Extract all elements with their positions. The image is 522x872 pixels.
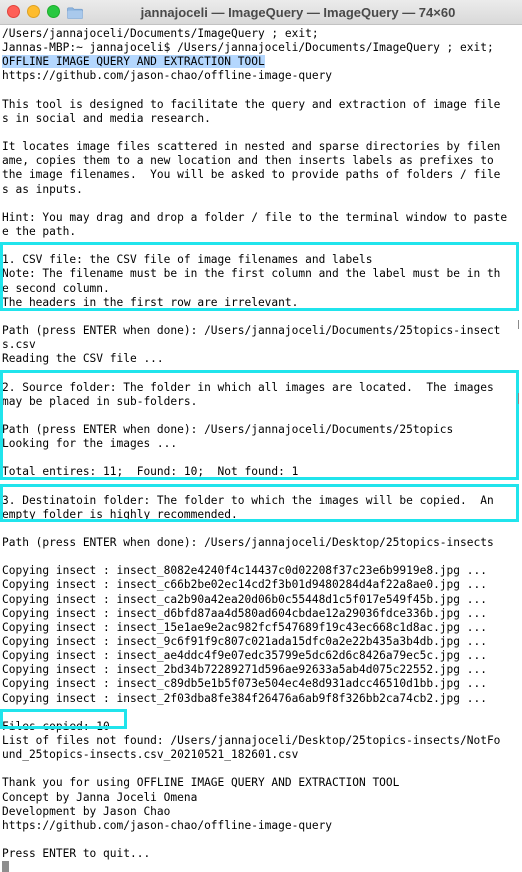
- terminal-cursor: [2, 861, 9, 872]
- terminal-line-text: https://github.com/jason-chao/offline-im…: [2, 69, 333, 83]
- terminal-line: Copying insect : insect_ae4ddc4f9e07edc3…: [2, 649, 518, 663]
- terminal-line-text: Copying insect : insect_c89db5e1b5f073e5…: [2, 677, 487, 691]
- terminal-line-text: ame, copies them to a new location and t…: [2, 154, 494, 168]
- terminal-line-text: Development by Jason Chao: [2, 804, 171, 818]
- terminal-line: Copying insect : insect_2f03dba8fe384f26…: [2, 692, 518, 706]
- terminal-line-text: Copying insect : insect_9c6f91f9c807c021…: [2, 635, 487, 649]
- terminal-line: It locates image files scattered in nest…: [2, 140, 518, 154]
- terminal-line: /Users/jannajoceli/Documents/ImageQuery …: [2, 27, 518, 41]
- terminal-line: https://github.com/jason-chao/offline-im…: [2, 69, 518, 83]
- highlight-box-destination-folder: [0, 484, 519, 522]
- terminal-line-text: s in social and media research.: [2, 111, 211, 125]
- terminal-line: Hint: You may drag and drop a folder / f…: [2, 211, 518, 225]
- terminal-line-text: https://github.com/jason-chao/offline-im…: [2, 818, 333, 832]
- terminal-line-text: e the path.: [2, 224, 77, 238]
- terminal-line-text: Press ENTER to quit...: [2, 847, 151, 861]
- terminal-line: This tool is designed to facilitate the …: [2, 98, 518, 112]
- terminal-line: Copying insect : insect_8082e4240f4c1443…: [2, 564, 518, 578]
- terminal-line-text: Copying insect : insect_8082e4240f4c1443…: [2, 564, 487, 578]
- terminal-line: Copying insect : insect_d6bfd87aa4d580ad…: [2, 607, 518, 621]
- terminal-line-text: Jannas-MBP:~ jannajoceli$ /Users/jannajo…: [2, 41, 494, 55]
- terminal-line-text: Copying insect : insect_2bd34b72289271d5…: [2, 663, 487, 677]
- terminal-line: Copying insect : insect_ca2b90a42ea20d06…: [2, 593, 518, 607]
- terminal-line-text: It locates image files scattered in nest…: [2, 140, 501, 154]
- terminal-line-text: /Users/jannajoceli/Documents/ImageQuery …: [2, 27, 319, 40]
- terminal-line-text: Hint: You may drag and drop a folder / f…: [2, 210, 508, 224]
- terminal-line-text: the image filenames. You will be asked t…: [2, 168, 501, 182]
- terminal-line-text: List of files not found: /Users/jannajoc…: [2, 734, 501, 748]
- terminal-line-text: OFFLINE IMAGE QUERY AND EXTRACTION TOOL: [2, 55, 265, 69]
- terminal-line: s in social and media research.: [2, 112, 518, 126]
- terminal-line: Thank you for using OFFLINE IMAGE QUERY …: [2, 776, 518, 790]
- window-title-wrap: jannajoceli — ImageQuery — ImageQuery — …: [0, 0, 522, 24]
- title-bar: jannajoceli — ImageQuery — ImageQuery — …: [0, 0, 522, 25]
- window-title: jannajoceli — ImageQuery — ImageQuery — …: [140, 4, 456, 20]
- terminal-line-text: Path (press ENTER when done): /Users/jan…: [2, 536, 494, 550]
- terminal-line: Jannas-MBP:~ jannajoceli$ /Users/jannajo…: [2, 41, 518, 55]
- terminal-line-text: Copying insect : insect_ae4ddc4f9e07edc3…: [2, 649, 487, 663]
- terminal-line: [2, 861, 518, 872]
- terminal-line: Concept by Janna Joceli Omena: [2, 791, 518, 805]
- highlight-box-files-copied: [0, 709, 127, 729]
- scrollbar-mark[interactable]: [518, 320, 519, 329]
- terminal-line-text: Concept by Janna Joceli Omena: [2, 790, 198, 804]
- terminal-line-text: Reading the CSV file ...: [2, 352, 164, 366]
- highlight-box-csv-file: [0, 242, 519, 311]
- terminal-line: Copying insect : insect_9c6f91f9c807c021…: [2, 635, 518, 649]
- terminal-line: the image filenames. You will be asked t…: [2, 168, 518, 182]
- terminal-line: Copying insect : insect_2bd34b72289271d5…: [2, 663, 518, 677]
- terminal-line-text: und_25topics-insects.csv_20210521_182601…: [2, 748, 299, 762]
- terminal-line: Copying insect : insect_c89db5e1b5f073e5…: [2, 677, 518, 691]
- terminal-line-text: Thank you for using OFFLINE IMAGE QUERY …: [2, 776, 400, 790]
- terminal-line: Development by Jason Chao: [2, 805, 518, 819]
- terminal-line: e the path.: [2, 225, 518, 239]
- terminal-line-text: s as inputs.: [2, 182, 83, 196]
- highlight-box-source-folder: [0, 370, 519, 480]
- terminal-line-text: Copying insect : insect_d6bfd87aa4d580ad…: [2, 606, 487, 620]
- terminal-line: OFFLINE IMAGE QUERY AND EXTRACTION TOOL: [2, 55, 518, 69]
- scrollbar-mark[interactable]: [518, 393, 519, 404]
- terminal-line: https://github.com/jason-chao/offline-im…: [2, 819, 518, 833]
- terminal-line: s.csv: [2, 338, 518, 352]
- folder-icon: [66, 6, 83, 19]
- terminal-line: und_25topics-insects.csv_20210521_182601…: [2, 748, 518, 762]
- terminal-line-text: Path (press ENTER when done): /Users/jan…: [2, 323, 501, 337]
- terminal-line: s as inputs.: [2, 183, 518, 197]
- terminal-line: Copying insect : insect_c66b2be02ec14cd2…: [2, 578, 518, 592]
- terminal-line-text: Copying insect : insect_15e1ae9e2ac982fc…: [2, 620, 487, 634]
- terminal-line: Path (press ENTER when done): /Users/jan…: [2, 536, 518, 550]
- terminal-line-text: Copying insect : insect_c66b2be02ec14cd2…: [2, 578, 487, 592]
- terminal-line-text: Copying insect : insect_2f03dba8fe384f26…: [2, 691, 487, 705]
- terminal-line: Press ENTER to quit...: [2, 847, 518, 861]
- terminal-line-text: This tool is designed to facilitate the …: [2, 97, 501, 111]
- terminal-line-text: Copying insect : insect_ca2b90a42ea20d06…: [2, 592, 487, 606]
- terminal-line: List of files not found: /Users/jannajoc…: [2, 734, 518, 748]
- terminal-line: Copying insect : insect_15e1ae9e2ac982fc…: [2, 621, 518, 635]
- terminal-line: ame, copies them to a new location and t…: [2, 154, 518, 168]
- terminal-line: Reading the CSV file ...: [2, 352, 518, 366]
- terminal-line: Path (press ENTER when done): /Users/jan…: [2, 324, 518, 338]
- terminal-line-text: s.csv: [2, 338, 36, 352]
